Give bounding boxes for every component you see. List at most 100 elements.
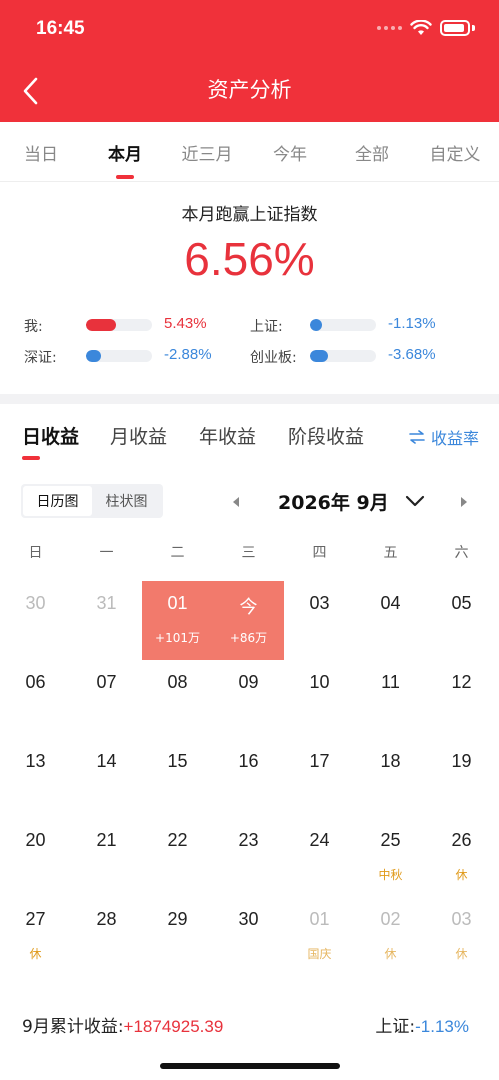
day-number: 10 bbox=[309, 672, 330, 692]
calendar-day[interactable]: 24 bbox=[284, 818, 355, 897]
calendar-day[interactable]: 26 休 bbox=[426, 818, 497, 897]
page-title: 资产分析 bbox=[207, 78, 292, 102]
battery-icon bbox=[440, 20, 470, 36]
calendar-day[interactable]: 今 +86万 bbox=[213, 581, 284, 660]
weekday-label: 日 bbox=[28, 545, 43, 561]
calendar-view-button[interactable]: 日历图 bbox=[23, 486, 92, 516]
weekday-label: 二 bbox=[170, 545, 185, 561]
calendar-day[interactable]: 07 bbox=[71, 660, 142, 739]
tab-daily-profit[interactable]: 日收益 bbox=[22, 422, 79, 449]
calendar-day[interactable]: 30 bbox=[0, 581, 71, 660]
calendar-day[interactable]: 05 bbox=[426, 581, 497, 660]
calendar-day[interactable]: 30 bbox=[213, 897, 284, 976]
summary-title: 本月跑赢上证指数 bbox=[181, 205, 318, 225]
weekday-label: 六 bbox=[454, 545, 469, 561]
calendar-day[interactable]: 04 bbox=[355, 581, 426, 660]
calendar-day[interactable]: 10 bbox=[284, 660, 355, 739]
calendar-day[interactable]: 31 bbox=[71, 581, 142, 660]
day-number: 19 bbox=[451, 751, 472, 771]
day-number: 16 bbox=[238, 751, 259, 771]
day-number: 27 bbox=[25, 909, 46, 929]
tab-this-year[interactable]: 今年 bbox=[273, 140, 307, 165]
day-number: 01 bbox=[309, 909, 330, 929]
day-number: 11 bbox=[381, 672, 400, 692]
tab-today[interactable]: 当日 bbox=[24, 140, 58, 165]
rate-toggle-link[interactable]: 收益率 bbox=[409, 425, 479, 449]
compare-bar-cyb bbox=[310, 350, 376, 362]
calendar-day[interactable]: 12 bbox=[426, 660, 497, 739]
tab-this-month[interactable]: 本月 bbox=[108, 140, 142, 179]
compare-bar-me bbox=[86, 319, 152, 331]
tab-custom[interactable]: 自定义 bbox=[430, 140, 481, 165]
index-summary: 上证:-1.13% bbox=[375, 1012, 469, 1037]
calendar-day[interactable]: 18 bbox=[355, 739, 426, 818]
calendar-day[interactable]: 17 bbox=[284, 739, 355, 818]
calendar-day[interactable]: 08 bbox=[142, 660, 213, 739]
day-profit: +86万 bbox=[229, 631, 268, 645]
calendar-day[interactable]: 21 bbox=[71, 818, 142, 897]
calendar-day[interactable]: 22 bbox=[142, 818, 213, 897]
calendar-day[interactable]: 25 中秋 bbox=[355, 818, 426, 897]
day-number: 09 bbox=[238, 672, 259, 692]
day-number: 21 bbox=[96, 830, 117, 850]
calendar-day[interactable]: 03 bbox=[284, 581, 355, 660]
holiday-label: 休 bbox=[455, 947, 468, 961]
calendar-day[interactable]: 16 bbox=[213, 739, 284, 818]
weekday-label: 五 bbox=[383, 545, 398, 561]
compare-label-me: 我: bbox=[24, 319, 43, 335]
day-number: 06 bbox=[25, 672, 46, 692]
calendar-day[interactable]: 15 bbox=[142, 739, 213, 818]
tab-monthly-profit[interactable]: 月收益 bbox=[110, 422, 167, 449]
compare-value-sz: -2.88% bbox=[164, 346, 212, 363]
calendar-day[interactable]: 13 bbox=[0, 739, 71, 818]
next-month-icon[interactable] bbox=[456, 494, 472, 510]
calendar-day[interactable]: 09 bbox=[213, 660, 284, 739]
month-label[interactable]: 2026年 9月 bbox=[278, 488, 389, 515]
tab-all[interactable]: 全部 bbox=[355, 140, 389, 165]
day-number: 26 bbox=[451, 830, 472, 850]
bar-view-button[interactable]: 柱状图 bbox=[92, 486, 161, 516]
day-number: 02 bbox=[380, 909, 401, 929]
calendar-day[interactable]: 01 +101万 bbox=[142, 581, 213, 660]
calendar-day[interactable]: 28 bbox=[71, 897, 142, 976]
day-number: 01 bbox=[167, 593, 188, 613]
calendar-day[interactable]: 02 休 bbox=[355, 897, 426, 976]
day-number: 04 bbox=[380, 593, 401, 613]
calendar-day[interactable]: 11 bbox=[355, 660, 426, 739]
calendar-day[interactable]: 14 bbox=[71, 739, 142, 818]
calendar-day[interactable]: 23 bbox=[213, 818, 284, 897]
day-number: 13 bbox=[25, 751, 46, 771]
calendar-day[interactable]: 19 bbox=[426, 739, 497, 818]
app-header: 16:45 资产分析 bbox=[0, 0, 499, 122]
day-number: 17 bbox=[309, 751, 330, 771]
compare-label-sz: 深证: bbox=[24, 350, 57, 366]
compare-bar-sz bbox=[86, 350, 152, 362]
prev-month-icon[interactable] bbox=[228, 494, 244, 510]
profit-tab-indicator bbox=[22, 456, 40, 460]
calendar-day[interactable]: 06 bbox=[0, 660, 71, 739]
calendar-day[interactable]: 20 bbox=[0, 818, 71, 897]
day-number: 今 bbox=[239, 597, 258, 617]
summary-card: 本月跑赢上证指数 6.56% 我: 5.43% 上证: -1.13% 深证: -… bbox=[0, 182, 499, 394]
tab-active-indicator bbox=[116, 175, 134, 179]
day-number: 15 bbox=[167, 751, 188, 771]
day-number: 31 bbox=[96, 593, 117, 613]
month-total: 9月累计收益:+1874925.39 bbox=[22, 1012, 223, 1037]
calendar-day[interactable]: 27 休 bbox=[0, 897, 71, 976]
calendar-day[interactable]: 01 国庆 bbox=[284, 897, 355, 976]
tab-three-months[interactable]: 近三月 bbox=[182, 140, 233, 165]
tab-yearly-profit[interactable]: 年收益 bbox=[199, 422, 256, 449]
month-total-value: +1874925.39 bbox=[123, 1017, 224, 1036]
holiday-label: 中秋 bbox=[378, 868, 403, 882]
index-label: 上证: bbox=[375, 1017, 416, 1037]
home-indicator bbox=[160, 1063, 340, 1069]
summary-value: 6.56% bbox=[184, 233, 315, 285]
status-time: 16:45 bbox=[36, 18, 85, 39]
tab-stage-profit[interactable]: 阶段收益 bbox=[288, 422, 364, 449]
calendar-day[interactable]: 29 bbox=[142, 897, 213, 976]
calendar-day[interactable]: 03 休 bbox=[426, 897, 497, 976]
compare-value-sh: -1.13% bbox=[388, 315, 436, 332]
day-number: 20 bbox=[25, 830, 46, 850]
chevron-down-icon[interactable] bbox=[404, 492, 426, 510]
day-number: 29 bbox=[167, 909, 188, 929]
